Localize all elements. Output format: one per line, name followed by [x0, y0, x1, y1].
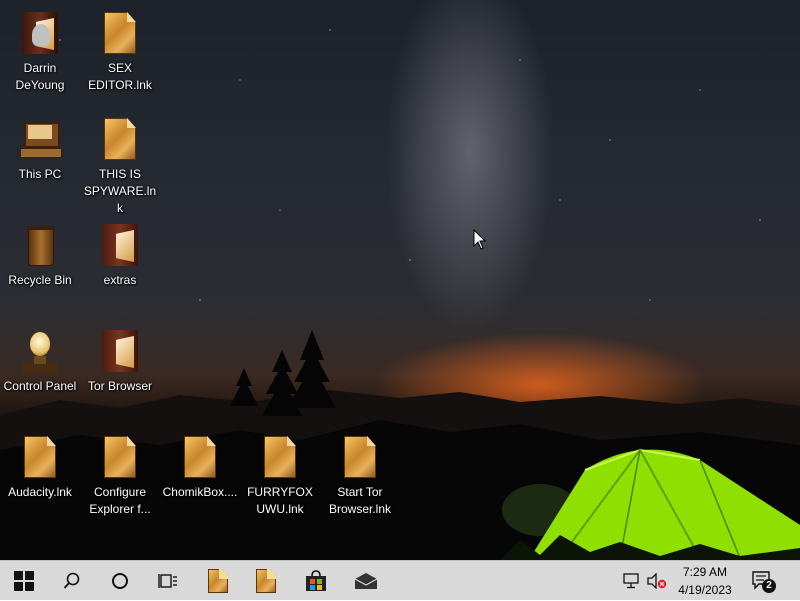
file-shortcut-icon — [96, 116, 144, 164]
desktop-icon-label: ChomikBox.... — [162, 485, 238, 499]
file-icon — [208, 569, 228, 593]
control-panel-icon — [16, 328, 64, 376]
volume-button[interactable] — [645, 561, 669, 601]
network-button[interactable] — [620, 561, 644, 601]
desktop-icon-audacity[interactable]: Audacity.lnk — [0, 428, 80, 528]
clock-date: 4/19/2023 — [678, 583, 732, 597]
desktop-icon-label: extras — [103, 273, 137, 287]
desktop-icon-tor-browser[interactable]: Tor Browser — [80, 322, 160, 422]
desktop-icon-label: Tor Browser — [87, 379, 152, 393]
desktop-icon-label: SEX EDITOR.lnk — [88, 61, 152, 92]
cortana-circle-icon — [112, 573, 128, 589]
notification-count-badge: 2 — [762, 579, 776, 593]
user-folder-icon — [16, 10, 64, 58]
file-icon — [256, 569, 276, 593]
desktop-icon-configure-explorer[interactable]: Configure Explorer f... — [80, 428, 160, 528]
notifications-button[interactable]: 2 — [746, 561, 780, 601]
desktop-icon-start-tor-browser[interactable]: Start Tor Browser.lnk — [320, 428, 400, 528]
search-button[interactable] — [48, 561, 96, 601]
desktop-icon-darrin-deyoung[interactable]: Darrin DeYoung — [0, 4, 80, 104]
file-shortcut-icon — [336, 434, 384, 482]
desktop-icon-label: Start Tor Browser.lnk — [328, 485, 392, 516]
search-icon — [63, 572, 80, 589]
desktop-icon-control-panel[interactable]: Control Panel — [0, 322, 80, 422]
taskbar-pinned-file-1[interactable] — [194, 561, 242, 601]
mouse-cursor-icon — [473, 229, 487, 250]
network-icon — [623, 573, 639, 589]
desktop-icon-extras[interactable]: extras — [80, 216, 160, 316]
computer-icon — [16, 116, 64, 164]
mail-button[interactable] — [342, 561, 390, 601]
desktop-icon-recycle-bin[interactable]: Recycle Bin — [0, 216, 80, 316]
windows-logo-icon — [14, 571, 34, 591]
desktop-icon-this-pc[interactable]: This PC — [0, 110, 80, 210]
taskbar: 7:29 AM 4/19/2023 2 — [0, 560, 800, 600]
file-shortcut-icon — [96, 434, 144, 482]
start-button[interactable] — [0, 561, 48, 601]
desktop[interactable]: Darrin DeYoung SEX EDITOR.lnk This PC TH… — [0, 0, 800, 560]
file-shortcut-icon — [16, 434, 64, 482]
file-shortcut-icon — [96, 10, 144, 58]
desktop-icon-label: Control Panel — [3, 379, 77, 393]
file-shortcut-icon — [176, 434, 224, 482]
file-shortcut-icon — [256, 434, 304, 482]
mail-icon — [354, 573, 378, 589]
desktop-icon-label: THIS IS SPYWARE.lnk — [83, 167, 157, 215]
desktop-icon-label: Recycle Bin — [8, 273, 72, 287]
taskbar-clock[interactable]: 7:29 AM 4/19/2023 — [668, 563, 742, 599]
desktop-icon-furryfox-uwu[interactable]: FURRYFOX UWU.lnk — [240, 428, 320, 528]
clock-time: 7:29 AM — [682, 565, 728, 579]
desktop-icon-label: Configure Explorer f... — [89, 485, 151, 516]
folder-icon — [96, 328, 144, 376]
desktop-icon-sex-editor[interactable]: SEX EDITOR.lnk — [80, 4, 160, 104]
desktop-icon-label: Audacity.lnk — [8, 485, 72, 499]
store-button[interactable] — [292, 561, 340, 601]
folder-icon — [96, 222, 144, 270]
desktop-icon-label: FURRYFOX UWU.lnk — [247, 485, 313, 516]
store-icon — [306, 570, 326, 591]
taskbar-pinned-file-2[interactable] — [242, 561, 290, 601]
volume-muted-icon — [647, 573, 667, 589]
recycle-bin-icon — [16, 222, 64, 270]
cortana-button[interactable] — [96, 561, 144, 601]
desktop-icon-label: Darrin DeYoung — [15, 61, 65, 92]
task-view-icon — [158, 574, 177, 588]
task-view-button[interactable] — [144, 561, 192, 601]
notification-center-icon: 2 — [752, 571, 776, 593]
desktop-icon-this-is-spyware[interactable]: THIS IS SPYWARE.lnk — [80, 110, 160, 215]
desktop-icon-label: This PC — [18, 167, 62, 181]
desktop-icon-chomikbox[interactable]: ChomikBox.... — [160, 428, 240, 528]
